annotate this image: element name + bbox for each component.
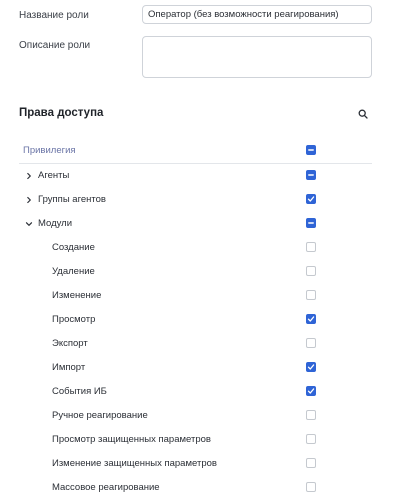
permission-checkbox[interactable] (306, 458, 316, 468)
permission-checkbox[interactable] (306, 338, 316, 348)
permission-label: Ручное реагирование (52, 410, 148, 421)
role-editor: Название роли Описание роли Права доступ… (0, 0, 395, 500)
table-header: Привилегия (19, 139, 372, 164)
permission-checkbox[interactable] (306, 218, 316, 228)
permission-row: Просмотр (19, 308, 372, 332)
permission-row: Агенты (19, 164, 372, 188)
permission-row: Создание (19, 236, 372, 260)
role-description-label: Описание роли (19, 40, 91, 51)
permission-label: Просмотр защищенных параметров (52, 434, 211, 445)
permission-row: Модули (19, 212, 372, 236)
permissions-title: Права доступа (19, 107, 104, 119)
permission-label: Экспорт (52, 338, 88, 349)
permission-row: Группы агентов (19, 188, 372, 212)
permission-label: Модули (38, 218, 73, 229)
permission-checkbox[interactable] (306, 482, 316, 492)
permission-label: Просмотр (52, 314, 96, 325)
permission-row: События ИБ (19, 380, 372, 404)
role-name-input[interactable] (142, 5, 372, 24)
permissions-table: Привилегия Агенты Группы агентов Модули Соз… (19, 139, 372, 500)
permission-row: Изменение защищенных параметров (19, 452, 372, 476)
permission-label: Удаление (52, 266, 95, 277)
permission-row: Просмотр защищенных параметров (19, 428, 372, 452)
permission-checkbox[interactable] (306, 386, 316, 396)
permissions-list: Агенты Группы агентов Модули Создание Удален… (19, 164, 372, 500)
permission-row: Импорт (19, 356, 372, 380)
chevron-down-icon[interactable] (24, 219, 33, 228)
permission-checkbox[interactable] (306, 290, 316, 300)
permission-row: Удаление (19, 260, 372, 284)
search-icon (358, 109, 368, 119)
role-name-label: Название роли (19, 10, 89, 21)
permission-label: События ИБ (52, 386, 107, 397)
permission-checkbox[interactable] (306, 242, 316, 252)
permission-checkbox[interactable] (306, 194, 316, 204)
permission-checkbox[interactable] (306, 410, 316, 420)
permission-checkbox[interactable] (306, 362, 316, 372)
permission-row: Экспорт (19, 332, 372, 356)
chevron-right-icon[interactable] (24, 195, 33, 204)
role-description-input[interactable] (142, 36, 372, 78)
permission-checkbox[interactable] (306, 434, 316, 444)
select-all-checkbox[interactable] (306, 145, 316, 155)
privilege-column-header: Привилегия (23, 145, 76, 156)
permission-label: Агенты (38, 170, 70, 181)
permission-label: Импорт (52, 362, 86, 373)
permission-label: Создание (52, 242, 95, 253)
permission-label: Массовое реагирование (52, 482, 160, 493)
permission-checkbox[interactable] (306, 170, 316, 180)
permission-label: Изменение защищенных параметров (52, 458, 217, 469)
permission-label: Изменение (52, 290, 102, 301)
permission-checkbox[interactable] (306, 314, 316, 324)
chevron-right-icon[interactable] (24, 171, 33, 180)
permission-row: Ручное реагирование (19, 404, 372, 428)
search-button[interactable] (355, 106, 371, 122)
permission-row: Массовое реагирование (19, 476, 372, 500)
permission-checkbox[interactable] (306, 266, 316, 276)
permission-label: Группы агентов (38, 194, 106, 205)
permission-row: Изменение (19, 284, 372, 308)
